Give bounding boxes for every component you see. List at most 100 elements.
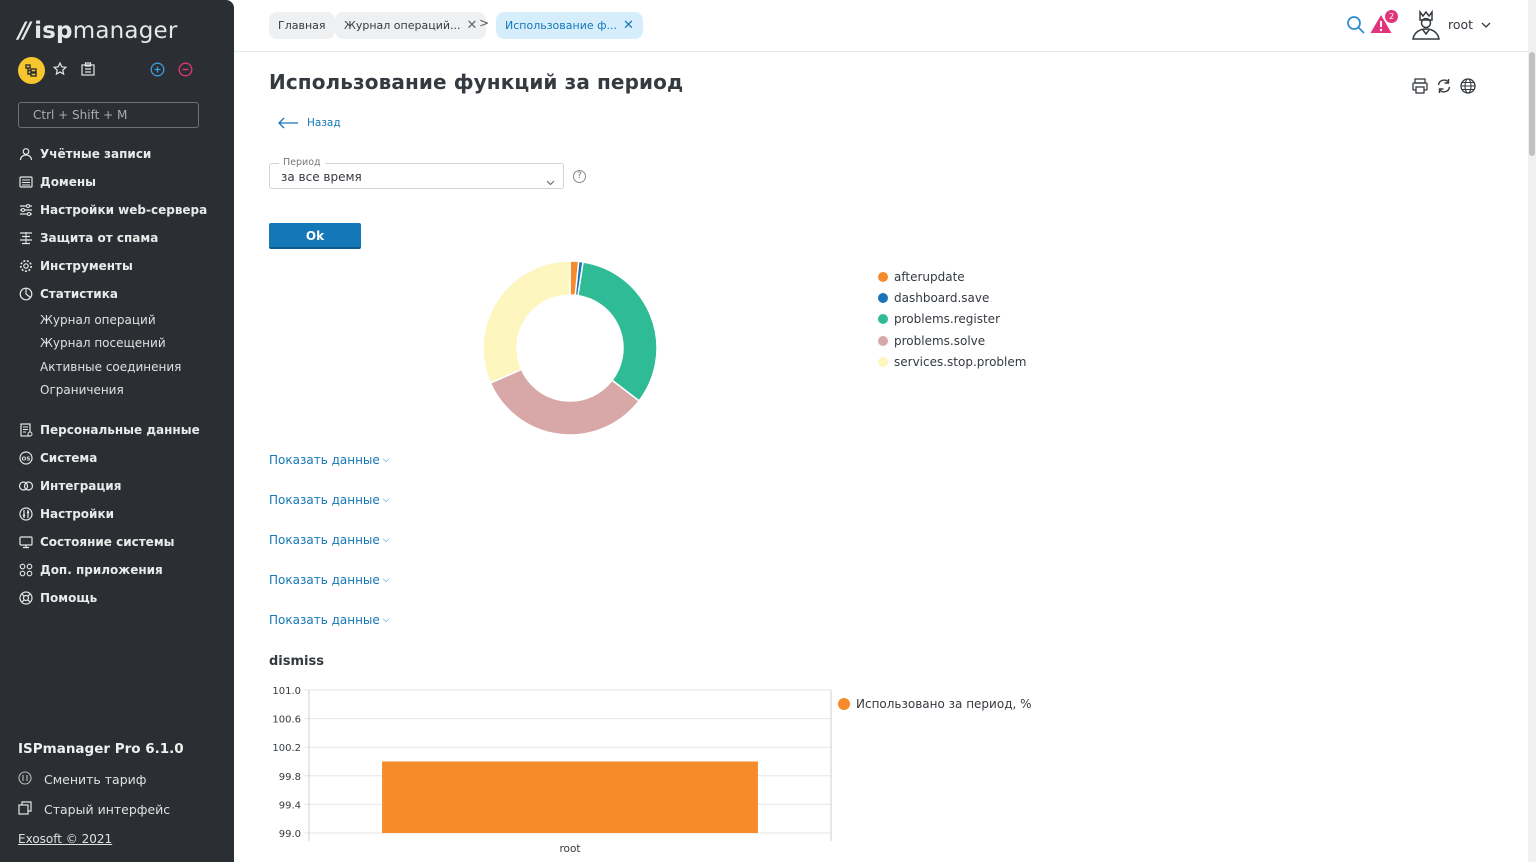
legend-label: afterupdate <box>894 269 965 284</box>
legend-dot <box>878 271 888 282</box>
old-interface-link[interactable]: Старый интерфейс <box>18 801 170 818</box>
chevron-down-icon: ⌵ <box>382 495 390 505</box>
app-root: // ispmanager Ctrl + Shift + M Учётные з… <box>0 0 1536 862</box>
legend-item-problems-solve[interactable]: problems.solve <box>878 330 1026 351</box>
y-tick-label: 100.2 <box>272 743 301 754</box>
sidebar-item-integration[interactable]: Интеграция <box>18 472 228 500</box>
show-data-toggle[interactable]: Показать данные ⌵ <box>269 613 390 627</box>
sidebar-item-label: Защита от спама <box>40 231 159 245</box>
change-tariff-link[interactable]: Сменить тариф <box>18 771 146 788</box>
sidebar-item-settings[interactable]: Настройки <box>18 500 228 528</box>
sidebar-item-help[interactable]: Помощь <box>18 584 228 612</box>
sidebar-item-system[interactable]: OS Система <box>18 444 228 472</box>
breadcrumb-label: Главная <box>278 19 326 32</box>
legend-item-afterupdate[interactable]: afterupdate <box>878 266 1026 287</box>
x-tick-label: root <box>559 843 580 855</box>
y-tick-label: 99.0 <box>279 829 301 840</box>
donut-slice-problems-register[interactable] <box>577 261 658 402</box>
sidebar-item-statistics[interactable]: Статистика <box>18 280 228 308</box>
y-tick-label: 99.8 <box>279 772 301 783</box>
donut-legend: afterupdate dashboard.save problems.regi… <box>878 266 1026 372</box>
sidebar-item-label: Помощь <box>40 591 98 605</box>
sidebar-nav: Учётные записи Домены Настройки web-серв… <box>18 140 228 612</box>
donut-slice-services-stop-problem[interactable] <box>482 260 571 385</box>
copyright-link[interactable]: Exosoft © 2021 <box>18 832 112 846</box>
show-data-toggle[interactable]: Показать данные ⌵ <box>269 573 390 587</box>
tariff-icon <box>18 771 34 788</box>
scrollbar-thumb[interactable] <box>1529 52 1535 156</box>
show-data-label: Показать данные <box>269 533 380 547</box>
sidebar-item-apps[interactable]: Доп. приложения <box>18 556 228 584</box>
user-avatar-icon[interactable] <box>1410 9 1442 45</box>
plus-circle-icon[interactable] <box>150 62 165 81</box>
sidebar-item-label: Инструменты <box>40 259 133 273</box>
minus-circle-icon[interactable] <box>178 62 193 81</box>
sidebar-subitem-limits[interactable]: Ограничения <box>40 379 228 403</box>
gear-icon <box>18 258 34 274</box>
show-data-label: Показать данные <box>269 453 380 467</box>
sidebar-item-label: Интеграция <box>40 479 122 493</box>
sidebar-item-tools[interactable]: Инструменты <box>18 252 228 280</box>
sidebar-item-webserver[interactable]: Настройки web-сервера <box>18 196 228 224</box>
topbar: Главная Журнал операций... ✕ > Использов… <box>234 0 1528 52</box>
statistics-submenu: Журнал операций Журнал посещений Активны… <box>18 308 228 402</box>
close-icon[interactable]: ✕ <box>467 18 478 33</box>
print-icon[interactable] <box>1411 77 1429 99</box>
show-data-toggle[interactable]: Показать данные ⌵ <box>269 533 390 547</box>
y-tick-label: 101.0 <box>272 686 301 697</box>
legend-item-dashboard-save[interactable]: dashboard.save <box>878 287 1026 308</box>
clipboard-icon[interactable] <box>80 61 96 81</box>
spam-filter-icon <box>18 230 34 246</box>
bar-legend[interactable]: Использовано за период, % <box>838 697 1032 711</box>
old-interface-icon <box>18 801 34 818</box>
period-value: за все время <box>281 170 362 184</box>
legend-dot <box>878 356 888 367</box>
chevron-down-icon <box>1481 17 1491 32</box>
sidebar-subitem-operations-log[interactable]: Журнал операций <box>40 308 228 332</box>
bar-root[interactable] <box>382 761 758 834</box>
y-tick-label: 100.6 <box>272 715 301 726</box>
close-icon[interactable]: ✕ <box>623 18 634 33</box>
sidebar-item-label: Состояние системы <box>40 535 175 549</box>
refresh-icon[interactable] <box>1435 77 1453 99</box>
back-link[interactable]: Назад <box>277 117 341 129</box>
period-label: Период <box>279 157 325 168</box>
chevron-down-icon[interactable] <box>546 171 555 190</box>
quick-actions <box>18 57 218 85</box>
sidebar-item-personal-data[interactable]: Персональные данные <box>18 416 228 444</box>
bar-chart-title: dismiss <box>269 654 324 669</box>
show-data-toggle[interactable]: Показать данные ⌵ <box>269 493 390 507</box>
legend-item-problems-register[interactable]: problems.register <box>878 309 1026 330</box>
logo[interactable]: // ispmanager <box>18 16 178 46</box>
globe-icon[interactable] <box>1459 77 1477 99</box>
breadcrumb-separator: > <box>479 16 490 30</box>
favorites-avatar-icon[interactable] <box>18 57 45 84</box>
search-icon[interactable] <box>1346 15 1366 39</box>
user-name: root <box>1448 17 1474 32</box>
help-icon[interactable]: ? <box>573 170 586 183</box>
sidebar-item-spam[interactable]: Защита от спама <box>18 224 228 252</box>
legend-dot <box>838 698 850 710</box>
sidebar-item-label: Домены <box>40 175 97 189</box>
sidebar-item-label: Персональные данные <box>40 423 200 437</box>
sidebar-subitem-active-connections[interactable]: Активные соединения <box>40 355 228 379</box>
sidebar-item-domains[interactable]: Домены <box>18 168 228 196</box>
ok-button[interactable]: Ok <box>269 223 361 249</box>
sidebar: // ispmanager Ctrl + Shift + M Учётные з… <box>0 0 234 862</box>
legend-dot <box>878 335 888 346</box>
sidebar-item-accounts[interactable]: Учётные записи <box>18 140 228 168</box>
legend-item-services-stop-problem[interactable]: services.stop.problem <box>878 351 1026 372</box>
page-title: Использование функций за период <box>269 70 684 94</box>
sidebar-item-label: Учётные записи <box>40 147 152 161</box>
sidebar-item-system-state[interactable]: Состояние системы <box>18 528 228 556</box>
sidebar-subitem-visits-log[interactable]: Журнал посещений <box>40 332 228 356</box>
back-label: Назад <box>307 117 341 129</box>
command-input[interactable]: Ctrl + Shift + M <box>18 102 199 128</box>
breadcrumb-function-usage[interactable]: Использование ф... ✕ <box>496 12 643 39</box>
legend-label: services.stop.problem <box>894 354 1027 369</box>
breadcrumb-operations-log[interactable]: Журнал операций... ✕ <box>335 12 487 39</box>
star-icon[interactable] <box>52 61 68 81</box>
user-menu[interactable]: root <box>1448 17 1491 32</box>
show-data-toggle[interactable]: Показать данные ⌵ <box>269 453 390 467</box>
breadcrumb-home[interactable]: Главная <box>269 12 335 39</box>
